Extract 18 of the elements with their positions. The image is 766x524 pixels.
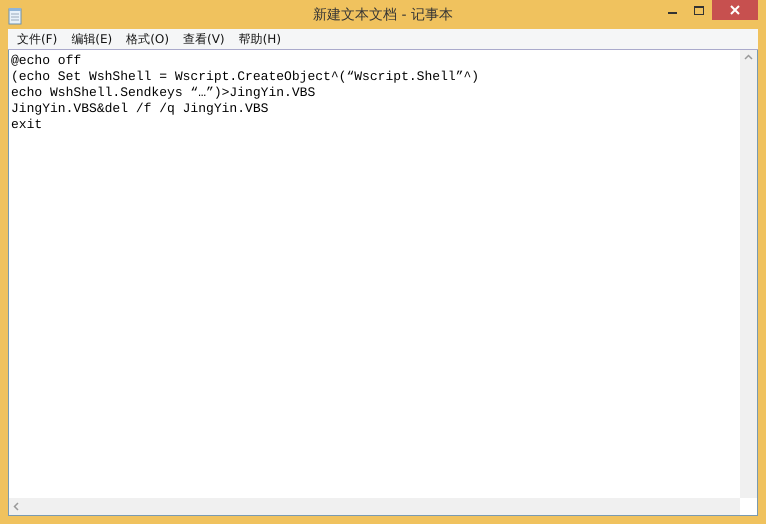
- menu-item[interactable]: 帮助(H): [232, 30, 288, 48]
- menu-item[interactable]: 文件(F): [10, 30, 64, 48]
- menu-item[interactable]: 查看(V): [176, 30, 232, 48]
- scroll-left-icon[interactable]: [13, 502, 19, 511]
- close-button[interactable]: [712, 0, 758, 20]
- menu-item[interactable]: 编辑(E): [64, 30, 120, 48]
- notepad-icon: [8, 6, 22, 24]
- window-title: 新建文本文档 - 记事本: [313, 6, 453, 24]
- menu-item[interactable]: 格式(O): [119, 30, 176, 48]
- scroll-up-icon[interactable]: [744, 54, 753, 60]
- text-line: @echo off: [11, 53, 82, 69]
- text-line: (echo Set WshShell = Wscript.CreateObject^(“Wscript.Shell”^): [11, 69, 480, 85]
- close-icon: [730, 5, 740, 15]
- minimize-icon: [668, 12, 677, 14]
- text-line: JingYin.VBS&del /f /q JingYin.VBS: [11, 101, 270, 117]
- text-line: exit: [11, 117, 44, 133]
- text-line: echo WshShell.Sendkeys “…”)>JingYin.VBS: [11, 85, 316, 101]
- maximize-icon: [694, 6, 704, 14]
